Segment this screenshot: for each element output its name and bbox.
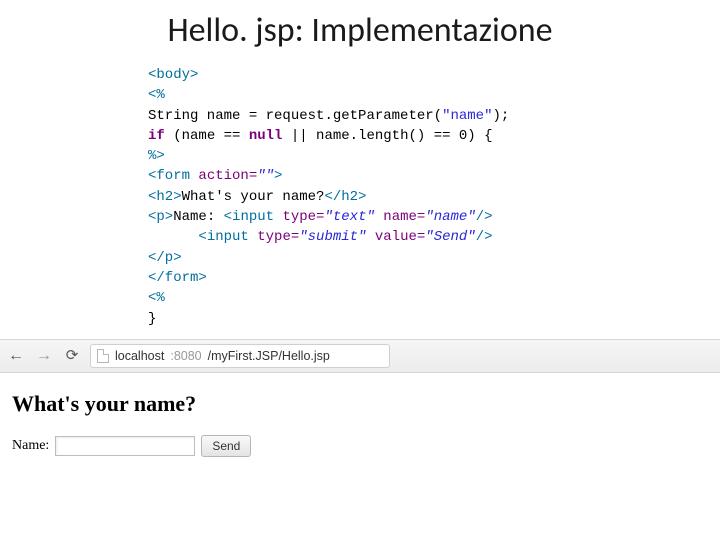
code-text: == 0) { [434, 128, 493, 144]
rendered-page: What's your name? Name: Send [0, 373, 720, 469]
page-icon [97, 349, 109, 363]
code-text: What's your name? [182, 189, 325, 205]
send-button[interactable]: Send [201, 435, 251, 457]
browser-toolbar: ← → ⟳ localhost :8080/myFirst.JSP/Hello.j… [0, 339, 720, 373]
reload-button[interactable]: ⟳ [62, 346, 82, 366]
code-value: "text" [324, 209, 374, 225]
code-text: Name: [173, 209, 223, 225]
code-jsp-open: <% [148, 290, 165, 306]
code-tag: </h2> [324, 189, 366, 205]
name-input[interactable] [55, 436, 195, 456]
code-text: ); [492, 108, 509, 124]
code-keyword: if [148, 128, 165, 144]
code-value: "submit" [299, 229, 366, 245]
slide-title: Hello. jsp: Implementazione [0, 10, 720, 51]
code-tag: <p> [148, 209, 173, 225]
url-path: /myFirst.JSP/Hello.jsp [208, 349, 330, 363]
code-value: "Send" [425, 229, 475, 245]
page-heading: What's your name? [12, 391, 708, 417]
code-tag: /> [476, 229, 493, 245]
code-tag: </p> [148, 250, 182, 266]
code-attr: name= [383, 209, 425, 225]
name-label: Name: [12, 438, 49, 454]
code-attr: type= [257, 229, 299, 245]
code-value: "name" [425, 209, 475, 225]
code-tag: <h2> [148, 189, 182, 205]
code-text: = request.getParameter( [249, 108, 442, 124]
code-string: "name" [442, 108, 492, 124]
code-jsp-open: <% [148, 87, 165, 103]
form-row: Name: Send [12, 435, 708, 457]
url-host: localhost [115, 349, 164, 363]
code-text: (name [165, 128, 224, 144]
code-value: "" [257, 168, 274, 184]
code-tag: </form> [148, 270, 207, 286]
code-block: <body> <% String name = request.getParam… [148, 65, 720, 329]
code-attr: type= [282, 209, 324, 225]
back-button[interactable]: ← [6, 346, 26, 366]
code-tag: /> [476, 209, 493, 225]
code-attr: value= [375, 229, 425, 245]
code-tag: <input [198, 229, 257, 245]
code-text: || name.length() [282, 128, 433, 144]
code-tag: <body> [148, 67, 198, 83]
code-tag: <form [148, 168, 198, 184]
code-space [366, 229, 374, 245]
code-text: == [224, 128, 249, 144]
code-attr: action= [198, 168, 257, 184]
code-text: String name [148, 108, 249, 124]
code-tag: <input [224, 209, 283, 225]
code-tag: > [274, 168, 282, 184]
code-indent [148, 229, 198, 245]
code-keyword: null [249, 128, 283, 144]
code-text: } [148, 311, 156, 327]
url-port: :8080 [170, 349, 201, 363]
address-bar[interactable]: localhost :8080/myFirst.JSP/Hello.jsp [90, 344, 390, 368]
code-jsp-close: %> [148, 148, 165, 164]
forward-button[interactable]: → [34, 346, 54, 366]
